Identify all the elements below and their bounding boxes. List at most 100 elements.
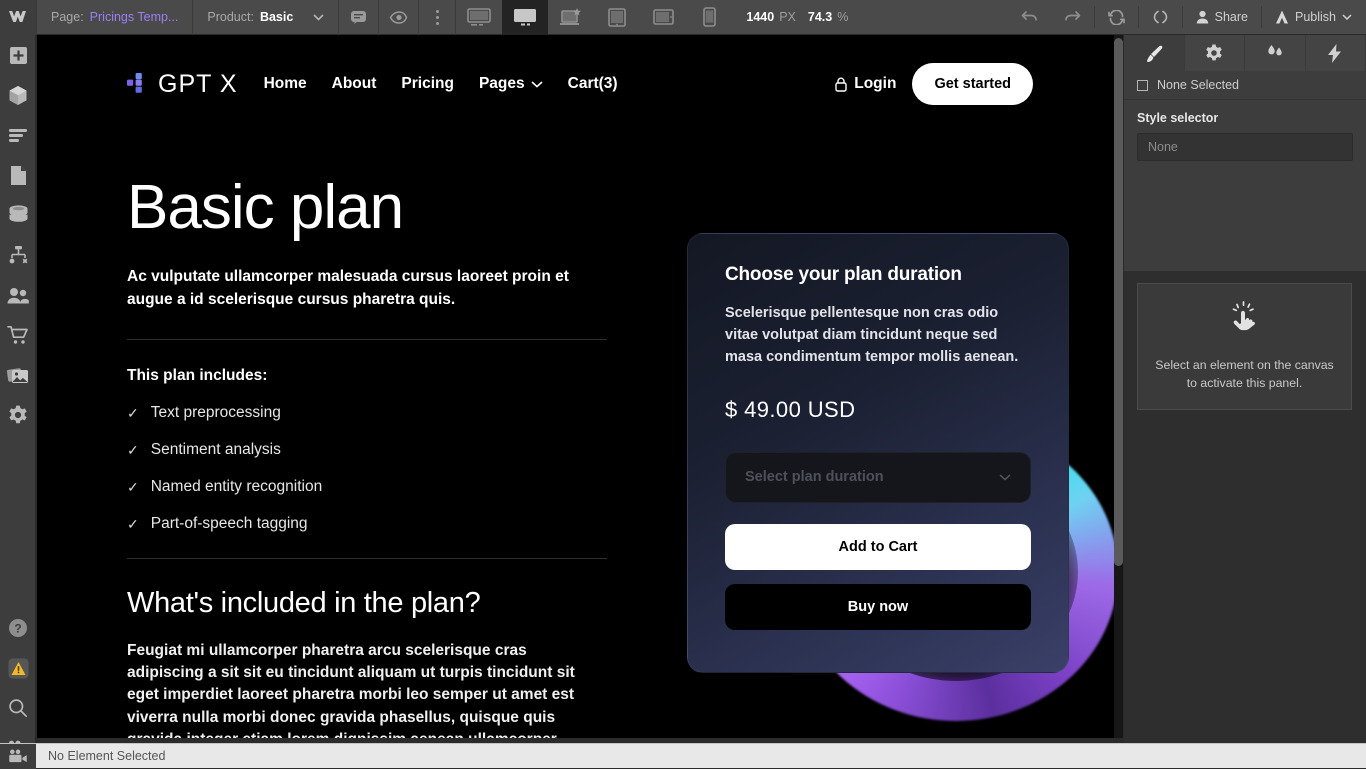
flow-icon (8, 245, 29, 265)
brand-name: GPT X (158, 70, 238, 99)
breakpoint-laptop[interactable] (548, 0, 594, 35)
sidebar-item-help[interactable]: ? (0, 608, 36, 648)
selection-box-icon (1137, 80, 1148, 91)
canvas-size-zoom[interactable]: 1440 PX 74.3 % (732, 10, 862, 24)
publish-label: Publish (1295, 10, 1336, 24)
page-icon (10, 165, 27, 186)
chevron-down-icon (531, 81, 543, 88)
page-label: Page: (51, 10, 84, 24)
publish-button[interactable]: Publish (1262, 0, 1366, 35)
person-icon (1196, 10, 1209, 24)
sidebar-item-pages[interactable] (0, 155, 36, 195)
check-icon: ✓ (127, 405, 139, 422)
breakpoint-desktop[interactable] (502, 0, 548, 35)
tab-style-manager[interactable] (1245, 35, 1306, 71)
login-button[interactable]: Login (835, 75, 896, 93)
sidebar-item-users[interactable] (0, 275, 36, 315)
section-body: Feugiat mi ullamcorper pharetra arcu sce… (127, 640, 605, 738)
redo-icon[interactable] (1051, 0, 1094, 35)
breakpoint-switcher (455, 0, 732, 35)
gear-icon (1205, 44, 1223, 62)
feature-label: Part-of-speech tagging (151, 515, 308, 533)
plan-duration-select[interactable]: Select plan duration (725, 452, 1031, 503)
more-options-icon[interactable] (419, 0, 455, 35)
video-camera-icon[interactable] (0, 744, 36, 769)
buy-now-button[interactable]: Buy now (725, 584, 1031, 630)
svg-text:?: ? (14, 622, 21, 636)
share-button[interactable]: Share (1183, 0, 1261, 35)
sidebar-item-settings[interactable] (0, 395, 36, 435)
product-label: Product: (207, 10, 254, 24)
sidebar-item-components[interactable] (0, 75, 36, 115)
breakpoint-tablet-landscape[interactable] (640, 0, 686, 35)
gear-icon (8, 405, 28, 425)
nav-link-about[interactable]: About (332, 75, 377, 93)
tab-settings[interactable] (1185, 35, 1246, 71)
top-toolbar-right: Share Publish (1008, 0, 1366, 35)
sidebar-item-cms[interactable] (0, 195, 36, 235)
feature-item: ✓ Text preprocessing (127, 404, 607, 422)
check-icon: ✓ (127, 442, 139, 459)
sidebar-item-search[interactable] (0, 688, 36, 728)
breakpoint-mobile[interactable] (686, 0, 732, 35)
undo-icon[interactable] (1008, 0, 1051, 35)
hero-lead: Ac vulputate ullamcorper malesuada cursu… (127, 266, 602, 311)
code-icon[interactable] (1139, 0, 1182, 35)
breakpoint-tablet-portrait[interactable] (594, 0, 640, 35)
includes-title: This plan includes: (127, 367, 607, 385)
sidebar-item-ecommerce[interactable] (0, 315, 36, 355)
chevron-down-icon (313, 14, 324, 21)
breakpoint-large[interactable] (456, 0, 502, 35)
refresh-icon[interactable] (1095, 0, 1138, 35)
feature-item: ✓ Sentiment analysis (127, 441, 607, 459)
right-panel: None Selected Style selector None Select… (1123, 35, 1366, 768)
panel-empty-state: Select an element on the canvas to activ… (1137, 283, 1352, 410)
sidebar-item-audit[interactable] (0, 648, 36, 688)
status-text: No Element Selected (36, 749, 165, 763)
zoom-value: 74.3 (808, 10, 832, 24)
nav-link-home[interactable]: Home (264, 75, 307, 93)
nav-link-pricing[interactable]: Pricing (401, 75, 454, 93)
feature-label: Text preprocessing (151, 404, 281, 422)
question-circle-icon: ? (8, 618, 28, 638)
add-to-cart-button[interactable]: Add to Cart (725, 524, 1031, 570)
login-label: Login (854, 75, 896, 93)
style-selector-section: Style selector None (1124, 100, 1366, 161)
page-selector[interactable]: Page: Pricings Temp... (36, 0, 193, 35)
webflow-logo[interactable] (0, 0, 36, 35)
status-bar: No Element Selected (0, 743, 1366, 768)
canvas-scrollbar-thumb[interactable] (1114, 38, 1123, 566)
comment-icon[interactable] (339, 0, 379, 35)
share-label: Share (1215, 10, 1248, 24)
divider (127, 339, 607, 340)
style-selector-input[interactable]: None (1137, 133, 1353, 161)
card-title: Choose your plan duration (725, 264, 1031, 286)
warning-triangle-icon (8, 658, 29, 679)
sidebar-item-navigator[interactable] (0, 115, 36, 155)
images-icon (7, 366, 29, 385)
get-started-button[interactable]: Get started (912, 63, 1033, 105)
site-logo[interactable]: GPT X (127, 70, 238, 99)
tab-interactions[interactable] (1306, 35, 1366, 71)
nav-link-cart[interactable]: Cart(3) (568, 75, 618, 93)
top-toolbar: Page: Pricings Temp... Product: Basic (0, 0, 1366, 35)
canvas-scrollbar[interactable] (1114, 35, 1123, 738)
sidebar-item-assets[interactable] (0, 355, 36, 395)
tab-style[interactable] (1124, 35, 1185, 71)
page-title: Basic plan (127, 175, 607, 240)
nav-link-pages[interactable]: Pages (479, 75, 543, 93)
canvas-width-unit: PX (779, 10, 796, 24)
feature-item: ✓ Named entity recognition (127, 478, 607, 496)
sidebar-item-logic[interactable] (0, 235, 36, 275)
design-canvas[interactable]: GPT X Home About Pricing Pages Cart(3) L… (37, 35, 1114, 738)
eye-icon[interactable] (379, 0, 419, 35)
right-panel-tabs (1124, 35, 1366, 71)
divider (127, 558, 607, 559)
product-selector[interactable]: Product: Basic (193, 0, 339, 35)
gptx-logo-icon (127, 73, 149, 95)
cube-icon (8, 85, 28, 106)
sidebar-item-add-elements[interactable] (0, 35, 36, 75)
nav-link-pages-label: Pages (479, 75, 525, 93)
section-title: What's included in the plan? (127, 587, 607, 620)
left-sidebar: ? (0, 35, 36, 768)
